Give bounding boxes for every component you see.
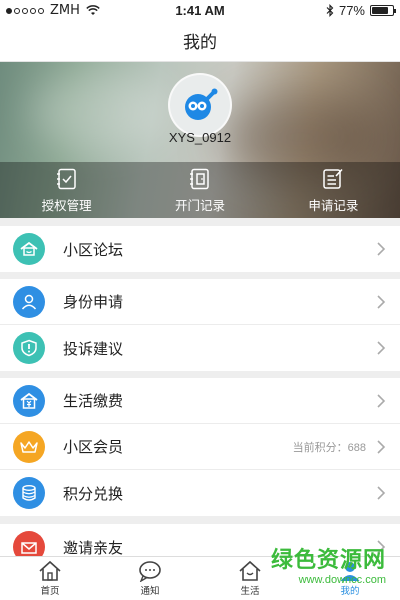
points-exchange-icon	[13, 477, 45, 509]
notification-icon	[139, 561, 161, 582]
door-record-button[interactable]: 开门记录	[133, 162, 266, 218]
payment-icon	[13, 384, 45, 417]
menu-group-identity: 身份申请 投诉建议	[0, 279, 400, 371]
current-points: 当前积分：688	[292, 442, 366, 454]
menu-item-label: 投诉建议	[63, 339, 124, 358]
menu-item-label: 邀请亲友	[63, 538, 124, 557]
menu-item-points-exchange[interactable]: 积分兑换	[0, 470, 400, 516]
tab-home[interactable]: 首页	[0, 557, 100, 600]
profile-header: XYS_0912 授权管理 开门记录 申请记录	[0, 62, 400, 218]
chevron-right-icon	[377, 540, 386, 554]
chevron-right-icon	[377, 440, 386, 454]
tab-bar: 首页 通知 生活 我的	[0, 556, 400, 600]
tab-notification[interactable]: 通知	[100, 557, 200, 600]
life-icon	[239, 560, 261, 581]
page-title-bar: 我的	[0, 20, 400, 62]
status-bar: ZMH 1:41 AM 77%	[0, 0, 400, 20]
profile-actions: 授权管理 开门记录 申请记录	[0, 162, 400, 218]
forum-icon	[13, 233, 45, 265]
page-title: 我的	[183, 33, 217, 52]
username: XYS_0912	[168, 130, 232, 145]
menu-item-label: 小区会员	[63, 438, 124, 456]
menu-item-payment[interactable]: 生活缴费	[0, 378, 400, 424]
menu-item-label: 身份申请	[63, 293, 124, 311]
home-icon	[39, 560, 61, 581]
menu-item-label: 小区论坛	[63, 240, 124, 259]
application-record-icon	[323, 168, 343, 189]
authorization-label: 授权管理	[41, 197, 92, 213]
menu-item-identity[interactable]: 身份申请	[0, 279, 400, 325]
tab-home-label: 首页	[40, 586, 60, 597]
authorization-button[interactable]: 授权管理	[0, 162, 133, 218]
chevron-right-icon	[377, 295, 386, 309]
status-right: 77%	[326, 3, 396, 18]
chevron-right-icon	[377, 242, 386, 256]
tab-life-label: 生活	[240, 586, 260, 597]
profile-icon	[340, 562, 360, 581]
application-record-label: 申请记录	[308, 197, 359, 213]
application-record-button[interactable]: 申请记录	[267, 162, 400, 218]
crown-icon	[13, 430, 45, 463]
chevron-right-icon	[377, 341, 386, 355]
menu-item-forum[interactable]: 小区论坛	[0, 226, 400, 272]
tab-profile[interactable]: 我的	[300, 557, 400, 600]
tab-profile-label: 我的	[340, 586, 360, 597]
menu-group-services: 生活缴费 小区会员 当前积分：688 积分兑换	[0, 378, 400, 516]
menu-group-forum: 小区论坛	[0, 226, 400, 272]
menu-item-label: 积分兑换	[63, 484, 124, 503]
chevron-right-icon	[377, 394, 386, 408]
bluetooth-icon	[326, 4, 334, 17]
door-record-icon	[189, 168, 209, 189]
complaint-icon	[13, 332, 45, 364]
chevron-right-icon	[377, 486, 386, 500]
menu-item-complaint[interactable]: 投诉建议	[0, 325, 400, 371]
avatar[interactable]	[168, 73, 232, 137]
door-record-label: 开门记录	[174, 197, 225, 213]
menu-item-label: 生活缴费	[63, 392, 124, 410]
identity-icon	[13, 285, 45, 318]
tab-life[interactable]: 生活	[200, 557, 300, 600]
avatar-icon	[185, 88, 218, 120]
tab-notification-label: 通知	[140, 586, 160, 597]
menu-item-membership[interactable]: 小区会员 当前积分：688	[0, 424, 400, 470]
authorization-icon	[56, 168, 76, 189]
battery-percent: 77%	[338, 3, 365, 18]
battery-icon	[370, 5, 396, 16]
